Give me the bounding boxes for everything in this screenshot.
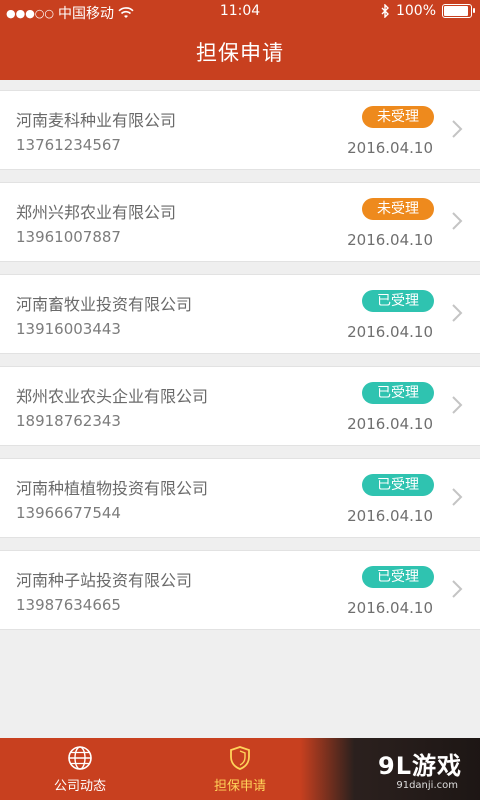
- company-name: 河南麦科种业有限公司: [16, 111, 177, 130]
- status-right: 100%: [381, 3, 475, 19]
- chevron-right-icon: [452, 212, 463, 230]
- battery-icon: [442, 4, 475, 18]
- application-date: 2016.04.10: [347, 415, 433, 433]
- company-name: 河南畜牧业投资有限公司: [16, 295, 193, 314]
- application-item[interactable]: 河南种子站投资有限公司 13987634665 已受理 2016.04.10: [0, 550, 480, 630]
- phone-number: 13761234567: [16, 136, 121, 154]
- battery-percent: 100%: [395, 3, 436, 19]
- phone-number: 13961007887: [16, 228, 121, 246]
- watermark-logo: 9L游戏: [378, 752, 462, 780]
- application-date: 2016.04.10: [347, 323, 433, 341]
- page-title: 担保申请: [196, 41, 284, 65]
- status-badge: 已受理: [362, 382, 434, 404]
- watermark-site: 91danji.com: [396, 780, 458, 791]
- chevron-right-icon: [452, 304, 463, 322]
- chevron-right-icon: [452, 396, 463, 414]
- status-badge: 已受理: [362, 566, 434, 588]
- status-badge: 已受理: [362, 290, 434, 312]
- application-date: 2016.04.10: [347, 139, 433, 157]
- application-item[interactable]: 郑州农业农头企业有限公司 18918762343 已受理 2016.04.10: [0, 366, 480, 446]
- tab-company-news[interactable]: 公司动态: [0, 738, 160, 800]
- globe-icon: [68, 745, 92, 770]
- application-item[interactable]: 郑州兴邦农业有限公司 13961007887 未受理 2016.04.10: [0, 182, 480, 262]
- shield-icon: [230, 745, 250, 770]
- watermark: 9L游戏 91danji.com: [300, 738, 480, 800]
- application-item[interactable]: 河南种植植物投资有限公司 13966677544 已受理 2016.04.10: [0, 458, 480, 538]
- application-item[interactable]: 河南畜牧业投资有限公司 13916003443 已受理 2016.04.10: [0, 274, 480, 354]
- app-screen: ●●●○○ 中国移动 11:04 100% 担保申请 河南麦科种业有限公司 13…: [0, 0, 480, 800]
- nav-bar: 担保申请: [0, 24, 480, 80]
- tab-label: 担保申请: [213, 778, 266, 794]
- company-name: 郑州兴邦农业有限公司: [16, 203, 177, 222]
- chevron-right-icon: [452, 120, 463, 138]
- phone-number: 13987634665: [16, 596, 121, 614]
- tab-label: 公司动态: [53, 778, 106, 794]
- phone-number: 18918762343: [16, 412, 121, 430]
- phone-number: 13916003443: [16, 320, 121, 338]
- tab-guarantee-application[interactable]: 担保申请: [160, 738, 320, 800]
- status-badge: 未受理: [362, 106, 434, 128]
- status-badge: 未受理: [362, 198, 434, 220]
- application-date: 2016.04.10: [347, 507, 433, 525]
- status-badge: 已受理: [362, 474, 434, 496]
- company-name: 河南种子站投资有限公司: [16, 571, 193, 590]
- company-name: 河南种植植物投资有限公司: [16, 479, 209, 498]
- company-name: 郑州农业农头企业有限公司: [16, 387, 209, 406]
- application-date: 2016.04.10: [347, 599, 433, 617]
- chevron-right-icon: [452, 580, 463, 598]
- status-bar: ●●●○○ 中国移动 11:04 100%: [0, 0, 480, 24]
- application-item[interactable]: 河南麦科种业有限公司 13761234567 未受理 2016.04.10: [0, 90, 480, 170]
- chevron-right-icon: [452, 488, 463, 506]
- application-list: 河南麦科种业有限公司 13761234567 未受理 2016.04.10 郑州…: [0, 90, 480, 642]
- phone-number: 13966677544: [16, 504, 121, 522]
- bluetooth-icon: [381, 4, 389, 18]
- application-date: 2016.04.10: [347, 231, 433, 249]
